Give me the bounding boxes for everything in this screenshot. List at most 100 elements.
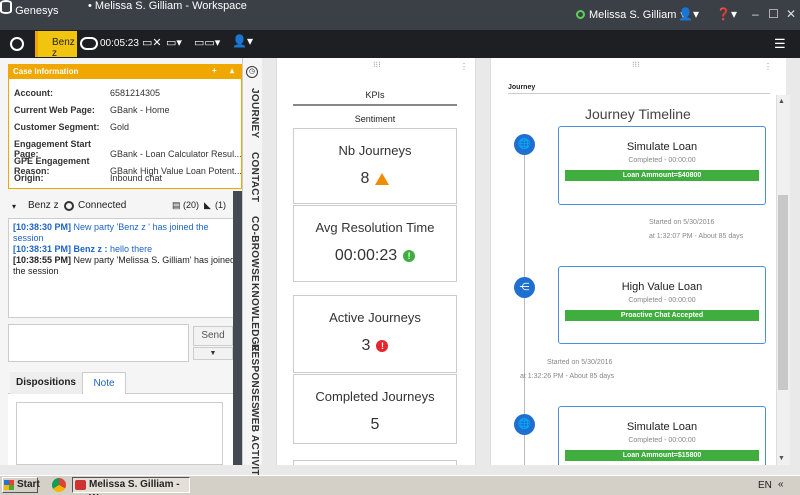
kpi-card: Nb Journeys 8	[293, 128, 457, 204]
case-information-title: Case Information	[13, 67, 79, 76]
case-field-value: 6581214305	[110, 88, 161, 98]
case-row: Current Web Page: GBank - Home	[14, 105, 170, 115]
chat-party-name: Benz z	[28, 200, 59, 211]
agent-status-menu[interactable]: Melissa S. Gilliam ▾	[576, 8, 686, 21]
journey-card-badge: Loan Ammount=$40800	[565, 170, 759, 181]
chat-message-time: [10:38:55 PM]	[13, 255, 72, 265]
chat-message: [10:38:30 PM] New party 'Benz z ' has jo…	[13, 222, 237, 244]
journey-card-badge: Proactive Chat Accepted	[565, 310, 759, 321]
share-icon: ⋲	[514, 277, 535, 298]
case-field-label: Customer Segment:	[14, 122, 100, 132]
case-field-value: Gold	[110, 122, 130, 132]
kpi-value: 00:00:23	[334, 247, 398, 264]
kpi-value: 8	[360, 170, 370, 187]
journey-card-status: Completed - 00:00:00	[628, 157, 696, 164]
contact-history-icon[interactable]: ▤	[172, 200, 181, 211]
journey-card-title: Simulate Loan	[626, 141, 698, 153]
scroll-up-icon[interactable]: ▲	[778, 98, 785, 105]
kpi-title: Active Journeys	[329, 310, 421, 325]
more-options-icon[interactable]: ⋮	[460, 62, 468, 71]
chat-message-time: [10:38:30 PM]	[13, 222, 72, 232]
pending-count: (1)	[215, 200, 226, 210]
kpi-value: 3	[361, 337, 371, 354]
scrollbar-thumb[interactable]	[778, 195, 788, 390]
genesys-logo-icon	[0, 0, 12, 14]
panel-splitter[interactable]	[233, 191, 242, 465]
pending-icon[interactable]: ◣	[204, 200, 211, 211]
collapse-icon[interactable]: ▴	[230, 66, 234, 75]
user-menu-icon[interactable]: 👤▾	[678, 7, 699, 21]
journey-card[interactable]: Simulate Loan Completed - 00:00:00 Loan …	[558, 406, 766, 465]
tab-dispositions[interactable]: Dispositions	[10, 372, 82, 394]
transfer-chat-icon[interactable]: ▭▾	[166, 36, 182, 49]
journey-card-status: Completed - 00:00:00	[628, 297, 696, 304]
kpi-title: Avg Resolution Time	[315, 220, 435, 235]
chat-transcript: [10:38:30 PM] New party 'Benz z ' has jo…	[8, 218, 242, 318]
chat-message-time: [10:38:31 PM] Benz z :	[13, 244, 108, 254]
journey-start-time: at 1:32:07 PM - About 85 days	[649, 233, 744, 240]
clock-icon[interactable]: ◷	[246, 66, 258, 78]
sentiment-header: Sentiment	[293, 114, 457, 129]
kpi-value: 5	[370, 416, 380, 433]
journey-card-status: Completed - 00:00:00	[628, 437, 696, 444]
end-chat-icon[interactable]: ▭✕	[142, 36, 162, 49]
contact-history-count: (20)	[183, 200, 200, 210]
more-options-icon[interactable]: ⋮	[764, 62, 772, 71]
journey-start-date: Started on 5/30/2016	[649, 219, 715, 226]
journey-card-title: High Value Loan	[621, 281, 703, 293]
hamburger-menu-icon[interactable]: ☰	[774, 36, 786, 52]
collapse-chat-icon[interactable]: ▾	[12, 202, 16, 211]
windows-logo-icon	[4, 480, 14, 490]
tab-note[interactable]: Note	[82, 372, 126, 394]
add-field-icon[interactable]: +	[212, 66, 217, 75]
minimize-icon[interactable]: –	[752, 7, 759, 21]
drag-handle-icon[interactable]: ⁝⁝⁝	[373, 60, 381, 69]
language-indicator[interactable]: EN	[758, 480, 772, 491]
brand-label: Genesys	[15, 5, 59, 17]
kpi-card: Active Journeys 3!	[293, 295, 457, 373]
tab-co-browse[interactable]: CO-BROWSE	[244, 216, 260, 282]
interaction-party-tab[interactable]: Benz z	[35, 31, 77, 59]
drag-handle-icon[interactable]: ⁝⁝⁝	[632, 60, 640, 69]
kpi-card	[293, 460, 457, 465]
journey-timeline-title: Journey Timeline	[585, 106, 691, 122]
chrome-icon[interactable]	[52, 478, 66, 492]
journey-card-title: Simulate Loan	[626, 421, 698, 433]
party-name: Benz z	[52, 37, 75, 59]
show-desktop-icon[interactable]: «	[778, 479, 784, 490]
maximize-icon[interactable]: ☐	[768, 7, 779, 21]
sentiment-title: Sentiment	[354, 114, 396, 124]
help-icon[interactable]: ❓▾	[716, 7, 737, 21]
chat-icon	[80, 37, 98, 50]
kpi-title: Completed Journeys	[315, 389, 435, 404]
case-field-value: Inbound chat	[110, 173, 163, 183]
chat-message: [10:38:31 PM] Benz z : hello there	[13, 244, 237, 255]
journey-card[interactable]: Simulate Loan Completed - 00:00:00 Loan …	[558, 126, 766, 205]
workspace-app-icon	[75, 480, 86, 490]
genesys-logo: Genesys	[0, 0, 58, 17]
send-options-dropdown[interactable]: ▼	[193, 347, 233, 360]
window-title-text: Melissa S. Gilliam - Workspace	[94, 0, 247, 12]
tab-journey[interactable]: JOURNEY	[244, 88, 260, 138]
conference-chat-icon[interactable]: ▭▭▾	[194, 36, 220, 49]
ready-status-icon	[576, 10, 585, 19]
start-label: Start	[17, 479, 40, 490]
chat-message-input[interactable]	[8, 324, 189, 362]
tab-knowledge[interactable]: KNOWLEDGE	[244, 283, 260, 352]
case-field-value: GBank - Home	[110, 105, 170, 115]
send-button[interactable]: Send	[193, 326, 233, 346]
journey-card[interactable]: High Value Loan Completed - 00:00:00 Pro…	[558, 266, 766, 344]
tab-responses[interactable]: RESPONSES	[244, 344, 260, 409]
close-icon[interactable]: ✕	[786, 7, 796, 21]
kpi-card: Avg Resolution Time 00:00:23!	[293, 205, 457, 282]
case-information-header: Case Information + ▴	[8, 64, 242, 79]
taskbar-item-workspace[interactable]: Melissa S. Gilliam - W...	[72, 477, 190, 495]
scroll-down-icon[interactable]: ▼	[778, 455, 785, 462]
chat-status: Connected	[78, 200, 127, 211]
tab-contact[interactable]: CONTACT	[244, 152, 260, 202]
add-party-icon[interactable]: 👤▾	[232, 34, 253, 48]
note-textarea[interactable]	[16, 402, 223, 465]
kpis-title: KPIs	[365, 90, 385, 100]
tab-web-activity[interactable]: WEB ACTIVITY	[244, 408, 260, 483]
connection-status-icon[interactable]	[10, 37, 24, 51]
